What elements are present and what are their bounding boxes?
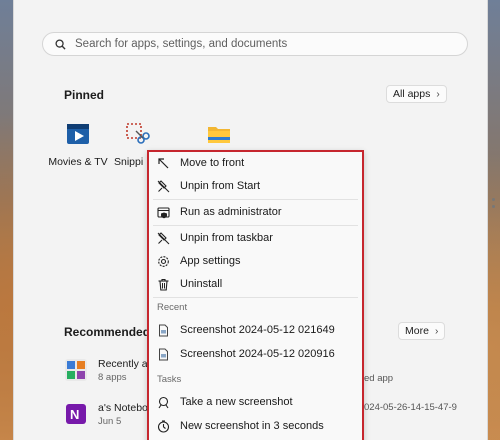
onenote-icon: N: [66, 404, 86, 424]
snip-icon: [158, 396, 169, 408]
menu-item-label: Take a new screenshot: [180, 396, 293, 408]
unpin-taskbar-icon: [157, 231, 170, 244]
menu-item-label: New screenshot in 3 seconds: [180, 420, 324, 432]
menu-group-tasks: Tasks: [157, 374, 182, 385]
menu-item-label: Uninstall: [180, 278, 223, 290]
timer-icon: [157, 419, 170, 433]
menu-separator: [153, 225, 358, 226]
pinned-title: Pinned: [64, 88, 105, 102]
move-to-front-icon: [158, 157, 169, 168]
file-icon: [159, 324, 168, 336]
search-box[interactable]: [42, 32, 468, 56]
recommended-item-recently-added[interactable]: Recently add 8 apps: [64, 358, 159, 383]
menu-item-unpin-from-taskbar[interactable]: Unpin from taskbar: [149, 227, 362, 249]
chevron-right-icon: ›: [434, 325, 439, 337]
gear-icon: [158, 255, 169, 267]
menu-item-label: Screenshot 2024-05-12 021649: [180, 324, 335, 336]
movies-tv-icon: [67, 124, 89, 144]
menu-item-label: Screenshot 2024-05-12 020916: [180, 348, 335, 360]
menu-item-uninstall[interactable]: Uninstall: [149, 273, 362, 295]
recommended-item-right-text: ed app: [364, 373, 394, 384]
menu-item-label: Run as administrator: [180, 206, 282, 218]
page-dot: [492, 205, 495, 208]
search-icon: [55, 38, 66, 50]
svg-text:N: N: [70, 407, 79, 422]
recommended-item-sub: Jun 5: [98, 416, 122, 427]
snipping-tool-icon: [126, 123, 150, 144]
menu-item-screenshot-delay[interactable]: New screenshot in 3 seconds: [149, 415, 362, 437]
recommended-title: Recommended: [64, 325, 151, 339]
pinned-app-label: Movies & TV: [48, 156, 108, 168]
menu-item-app-settings[interactable]: App settings: [149, 250, 362, 272]
recommended-item-name: a's Notebo: [98, 402, 148, 414]
search-input[interactable]: [75, 38, 455, 50]
recommended-item-notebook[interactable]: N a's Notebo Jun 5: [64, 402, 148, 427]
menu-item-label: Unpin from Start: [180, 180, 261, 192]
file-explorer-icon: [208, 127, 230, 143]
menu-separator: [153, 297, 358, 298]
context-menu: Move to front Unpin from Start Run as ad…: [147, 150, 364, 440]
all-apps-label: All apps: [393, 88, 431, 100]
all-apps-button[interactable]: All apps ›: [386, 85, 447, 103]
page-indicator[interactable]: [492, 198, 496, 212]
menu-item-take-new-screenshot[interactable]: Take a new screenshot: [149, 391, 362, 413]
trash-icon: [158, 278, 169, 291]
recommended-item-right-text: 024-05-26-14-15-47-9: [364, 402, 457, 413]
menu-item-label: Unpin from taskbar: [180, 232, 273, 244]
menu-item-label: Move to front: [180, 157, 245, 169]
menu-group-recent: Recent: [157, 302, 188, 313]
menu-item-recent-screenshot[interactable]: Screenshot 2024-05-12 021649: [149, 319, 362, 341]
recently-added-apps-icon: [65, 359, 87, 381]
file-icon: [159, 348, 168, 360]
menu-item-move-to-front[interactable]: Move to front: [149, 152, 362, 174]
chevron-right-icon: ›: [436, 88, 440, 100]
shield-admin-icon: [157, 206, 170, 218]
more-label: More: [405, 325, 429, 337]
unpin-icon: [157, 179, 170, 192]
page-dot: [492, 198, 495, 201]
menu-item-run-as-admin[interactable]: Run as administrator: [149, 201, 362, 223]
menu-separator: [153, 199, 358, 200]
more-button[interactable]: More ›: [398, 322, 446, 340]
menu-item-label: App settings: [180, 255, 241, 267]
pinned-app-movies-tv[interactable]: Movies & TV: [43, 121, 113, 168]
menu-item-unpin-from-start[interactable]: Unpin from Start: [149, 175, 362, 197]
menu-item-recent-screenshot[interactable]: Screenshot 2024-05-12 020916: [149, 343, 362, 365]
